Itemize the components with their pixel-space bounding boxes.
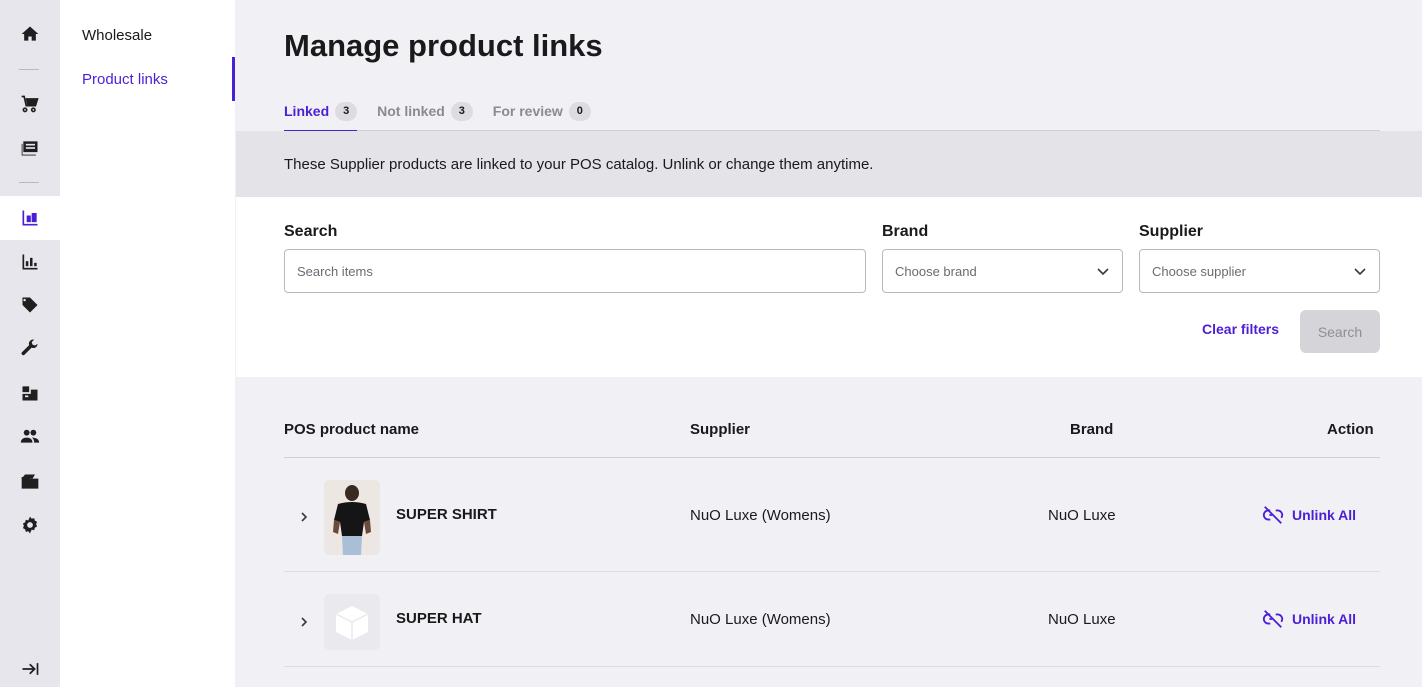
column-header-supplier: Supplier (690, 421, 751, 438)
subnav-item-wholesale[interactable]: Wholesale (60, 13, 235, 57)
brand-label: Brand (882, 223, 929, 240)
chevron-down-icon (1097, 268, 1109, 276)
cart-icon[interactable] (0, 82, 60, 126)
tab-for-review[interactable]: For review 0 (493, 100, 591, 131)
product-thumbnail (324, 594, 380, 650)
person-photo-image (324, 480, 380, 555)
customers-icon[interactable] (0, 414, 60, 458)
search-label: Search (284, 223, 338, 240)
tab-count-badge: 3 (335, 102, 358, 121)
main-content: Manage product links Linked 3 Not linked… (236, 0, 1422, 687)
product-supplier: NuO Luxe (Womens) (690, 507, 831, 524)
unlink-all-label: Unlink All (1292, 611, 1357, 627)
rail-divider (19, 182, 39, 183)
home-icon[interactable] (0, 12, 60, 56)
clear-filters-button[interactable]: Clear filters (1202, 321, 1279, 337)
settings-icon[interactable] (0, 503, 60, 547)
unlink-all-button[interactable]: Unlink All (1262, 504, 1356, 526)
unlink-all-button[interactable]: Unlink All (1262, 608, 1356, 630)
expand-row-button[interactable] (296, 614, 312, 630)
inventory-icon[interactable] (0, 196, 60, 240)
table-row: SUPER HAT NuO Luxe (Womens) NuO Luxe Unl… (284, 572, 1380, 667)
product-supplier: NuO Luxe (Womens) (690, 611, 831, 628)
filter-panel: Search Brand Choose brand Supplier Choos… (236, 197, 1422, 377)
column-header-name: POS product name (284, 421, 420, 438)
unlink-all-label: Unlink All (1292, 507, 1357, 523)
chevron-down-icon (1354, 268, 1366, 276)
tag-icon[interactable] (0, 283, 60, 327)
supplier-select[interactable]: Choose supplier (1139, 249, 1380, 293)
reports-icon[interactable] (0, 240, 60, 284)
chevron-right-icon (301, 512, 308, 522)
table-row: SUPER SHIRT NuO Luxe (Womens) NuO Luxe U… (284, 458, 1380, 572)
search-input[interactable] (284, 249, 866, 293)
folder-icon[interactable] (0, 460, 60, 504)
tab-label: Not linked (377, 103, 445, 119)
supplier-label: Supplier (1139, 223, 1204, 240)
brand-select-value: Choose brand (895, 263, 977, 279)
product-brand: NuO Luxe (1048, 507, 1116, 524)
tab-count-badge: 3 (450, 102, 473, 121)
box-placeholder-icon (324, 594, 380, 650)
subnav-item-product-links[interactable]: Product links (60, 57, 235, 101)
unlink-icon (1262, 610, 1284, 628)
search-button[interactable]: Search (1300, 310, 1380, 353)
tab-count-badge: 0 (568, 102, 591, 121)
page-title: Manage product links (284, 28, 603, 63)
rail-divider (19, 69, 39, 70)
tab-label: For review (492, 103, 563, 119)
sub-navigation: Wholesale Product links (60, 0, 235, 687)
wrench-icon[interactable] (0, 326, 60, 370)
info-banner: These Supplier products are linked to yo… (236, 131, 1422, 197)
chevron-right-icon (301, 617, 308, 627)
tab-label: Linked (284, 103, 330, 119)
product-name: SUPER SHIRT (396, 506, 497, 523)
unlink-icon (1262, 506, 1284, 524)
supplier-select-value: Choose supplier (1152, 263, 1246, 279)
tab-linked[interactable]: Linked 3 (284, 100, 358, 132)
register-icon[interactable] (0, 126, 60, 170)
tab-bar: Linked 3 Not linked 3 For review 0 (284, 100, 1380, 132)
table-header: POS product name Supplier Brand Action (284, 400, 1380, 458)
product-name: SUPER HAT (396, 610, 482, 627)
column-header-brand: Brand (1070, 421, 1114, 438)
boxes-icon[interactable] (0, 371, 60, 415)
product-brand: NuO Luxe (1048, 611, 1116, 628)
tab-not-linked[interactable]: Not linked 3 (377, 100, 473, 131)
brand-select[interactable]: Choose brand (882, 249, 1123, 293)
product-thumbnail (324, 480, 380, 555)
product-links-table: POS product name Supplier Brand Action S… (284, 400, 1380, 667)
icon-rail (0, 0, 60, 687)
collapse-icon[interactable] (0, 647, 60, 687)
column-header-action: Action (1327, 421, 1374, 438)
expand-row-button[interactable] (296, 509, 312, 525)
